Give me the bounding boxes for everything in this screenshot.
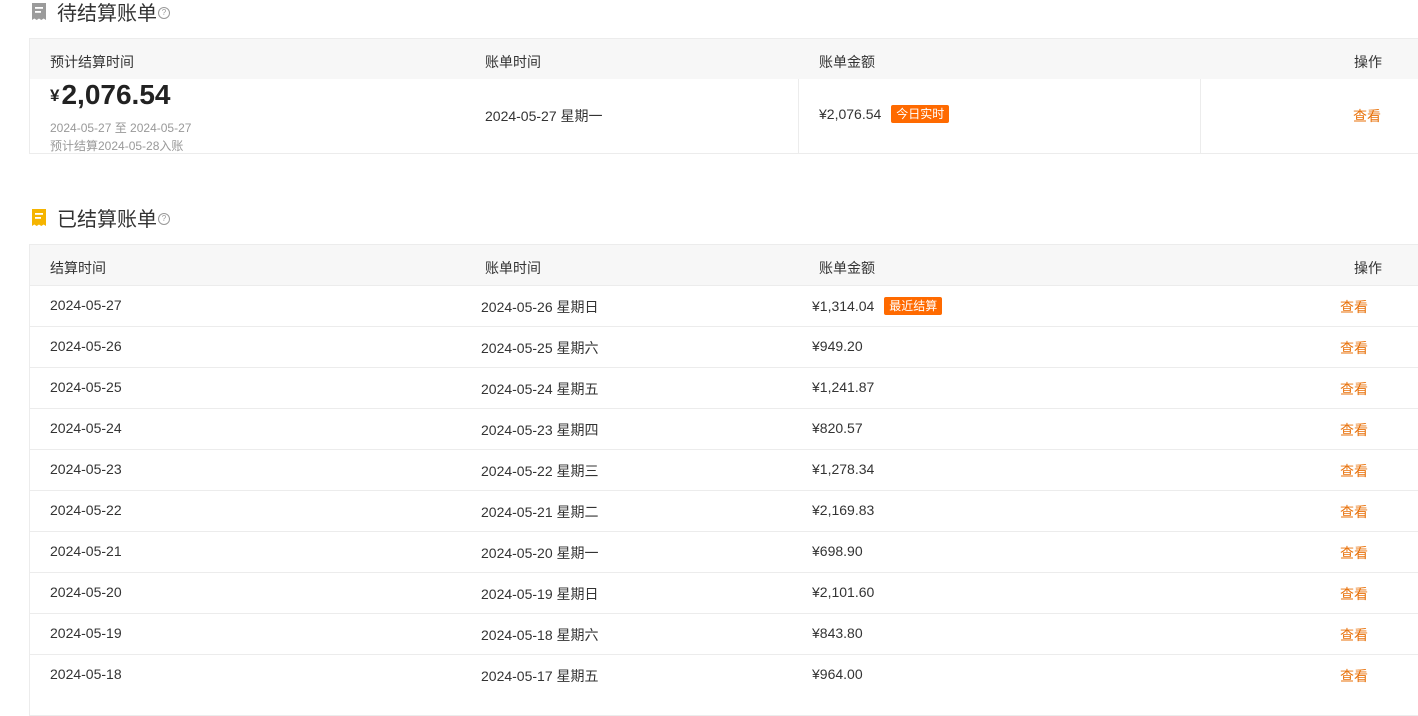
help-icon[interactable]: ? <box>158 6 170 19</box>
settle-date: 2024-05-21 <box>50 543 122 559</box>
view-link[interactable]: 查看 <box>1340 625 1368 645</box>
settled-table-header: 结算时间 账单时间 账单金额 操作 <box>30 245 1418 285</box>
amount-cell: ¥820.57 <box>812 420 863 436</box>
bill-date: 2024-05-25 星期六 <box>481 340 599 356</box>
pending-bill-time: 2024-05-27 星期一 <box>485 108 603 124</box>
header-action: 操作 <box>1354 54 1382 70</box>
table-row: 2024-05-26 2024-05-25 星期六 ¥949.20 查看 <box>30 326 1418 367</box>
currency-symbol: ¥ <box>50 86 60 105</box>
pending-settle-note: 预计结算2024-05-28入账 <box>50 139 184 153</box>
settle-date: 2024-05-23 <box>50 461 122 477</box>
settled-title-text: 已结算账单 <box>57 209 157 231</box>
pending-title-text: 待结算账单 <box>57 3 157 25</box>
settled-bill-table: 结算时间 账单时间 账单金额 操作 2024-05-27 2024-05-26 星… <box>29 244 1418 716</box>
amount-cell: ¥2,101.60 <box>812 584 874 600</box>
amount: ¥2,169.83 <box>812 502 875 518</box>
amount: ¥949.20 <box>812 338 863 354</box>
realtime-badge: 今日实时 <box>891 105 950 123</box>
settle-date: 2024-05-25 <box>50 379 122 395</box>
settle-date: 2024-05-24 <box>50 420 122 436</box>
amount-cell: ¥964.00 <box>812 666 863 682</box>
table-row: 2024-05-20 2024-05-19 星期日 ¥2,101.60 查看 <box>30 572 1418 613</box>
pending-amount-cell: ¥2,076.54 今日实时 <box>819 105 950 123</box>
settle-date: 2024-05-22 <box>50 502 122 518</box>
settle-date: 2024-05-26 <box>50 338 122 354</box>
pending-amount: ¥2,076.54 <box>819 106 882 122</box>
view-link[interactable]: 查看 <box>1340 379 1368 399</box>
pending-amount-value: 2,076.54 <box>61 79 171 110</box>
header-expected-time: 预计结算时间 <box>50 54 134 70</box>
header-action: 操作 <box>1354 260 1382 276</box>
pending-total-amount: ¥2,076.54 <box>50 79 170 111</box>
amount: ¥2,101.60 <box>812 584 875 600</box>
view-link[interactable]: 查看 <box>1340 543 1368 563</box>
pending-table-header: 预计结算时间 账单时间 账单金额 操作 <box>30 39 1418 79</box>
settle-date: 2024-05-20 <box>50 584 122 600</box>
table-row: 2024-05-25 2024-05-24 星期五 ¥1,241.87 查看 <box>30 367 1418 408</box>
view-link[interactable]: 查看 <box>1340 502 1368 522</box>
bill-date: 2024-05-18 星期六 <box>481 627 599 643</box>
settled-section-title: 已结算账单 ? <box>30 203 170 232</box>
amount: ¥1,241.87 <box>812 379 875 395</box>
amount-cell: ¥698.90 <box>812 543 863 559</box>
settled-rows: 2024-05-27 2024-05-26 星期日 ¥1,314.04 最近结算 查看 2… <box>30 285 1418 695</box>
amount-cell: ¥949.20 <box>812 338 863 354</box>
amount-cell: ¥2,169.83 <box>812 502 874 518</box>
view-link[interactable]: 查看 <box>1340 666 1368 686</box>
amount: ¥843.80 <box>812 625 863 641</box>
table-row: 2024-05-27 2024-05-26 星期日 ¥1,314.04 最近结算 查看 <box>30 285 1418 326</box>
bill-date: 2024-05-19 星期日 <box>481 586 599 602</box>
view-link[interactable]: 查看 <box>1340 420 1368 440</box>
view-link[interactable]: 查看 <box>1353 106 1381 126</box>
header-bill-time: 账单时间 <box>485 54 541 70</box>
bill-date: 2024-05-20 星期一 <box>481 545 599 561</box>
table-row: 2024-05-18 2024-05-17 星期五 ¥964.00 查看 <box>30 654 1418 695</box>
bill-date: 2024-05-21 星期二 <box>481 504 599 520</box>
view-link[interactable]: 查看 <box>1340 338 1368 358</box>
view-link[interactable]: 查看 <box>1340 461 1368 481</box>
amount-cell: ¥1,278.34 <box>812 461 874 477</box>
pending-section-title: 待结算账单 ? <box>30 0 170 26</box>
bill-date: 2024-05-23 星期四 <box>481 422 599 438</box>
amount-cell: ¥843.80 <box>812 625 863 641</box>
settle-date: 2024-05-18 <box>50 666 122 682</box>
table-row: 2024-05-22 2024-05-21 星期二 ¥2,169.83 查看 <box>30 490 1418 531</box>
receipt-icon <box>30 2 48 22</box>
amount: ¥1,314.04 <box>812 298 875 314</box>
amount: ¥964.00 <box>812 666 863 682</box>
settle-date: 2024-05-19 <box>50 625 122 641</box>
amount-cell: ¥1,241.87 <box>812 379 874 395</box>
bill-date: 2024-05-24 星期五 <box>481 381 599 397</box>
table-row: 2024-05-21 2024-05-20 星期一 ¥698.90 查看 <box>30 531 1418 572</box>
pending-bill-panel: 预计结算时间 账单时间 账单金额 操作 ¥2,076.54 2024-05-27… <box>29 38 1418 154</box>
header-bill-time: 账单时间 <box>485 260 541 276</box>
bill-date: 2024-05-17 星期五 <box>481 668 599 684</box>
settle-date: 2024-05-27 <box>50 297 122 313</box>
amount: ¥698.90 <box>812 543 863 559</box>
bill-date: 2024-05-26 星期日 <box>481 299 599 315</box>
pending-date-range: 2024-05-27 至 2024-05-27 <box>50 121 192 135</box>
help-icon[interactable]: ? <box>158 212 170 225</box>
header-settle-time: 结算时间 <box>50 260 106 276</box>
bill-date: 2024-05-22 星期三 <box>481 463 599 479</box>
table-row: 2024-05-19 2024-05-18 星期六 ¥843.80 查看 <box>30 613 1418 654</box>
view-link[interactable]: 查看 <box>1340 584 1368 604</box>
table-row: 2024-05-24 2024-05-23 星期四 ¥820.57 查看 <box>30 408 1418 449</box>
table-row: 2024-05-23 2024-05-22 星期三 ¥1,278.34 查看 <box>30 449 1418 490</box>
receipt-icon <box>30 208 48 228</box>
amount: ¥820.57 <box>812 420 863 436</box>
view-link[interactable]: 查看 <box>1340 297 1368 317</box>
header-amount: 账单金额 <box>819 260 875 276</box>
header-amount: 账单金额 <box>819 54 875 70</box>
latest-settle-badge: 最近结算 <box>884 297 943 315</box>
amount: ¥1,278.34 <box>812 461 875 477</box>
amount-cell: ¥1,314.04 最近结算 <box>812 297 943 315</box>
pending-row: ¥2,076.54 2024-05-27 至 2024-05-27 预计结算20… <box>30 79 1418 153</box>
